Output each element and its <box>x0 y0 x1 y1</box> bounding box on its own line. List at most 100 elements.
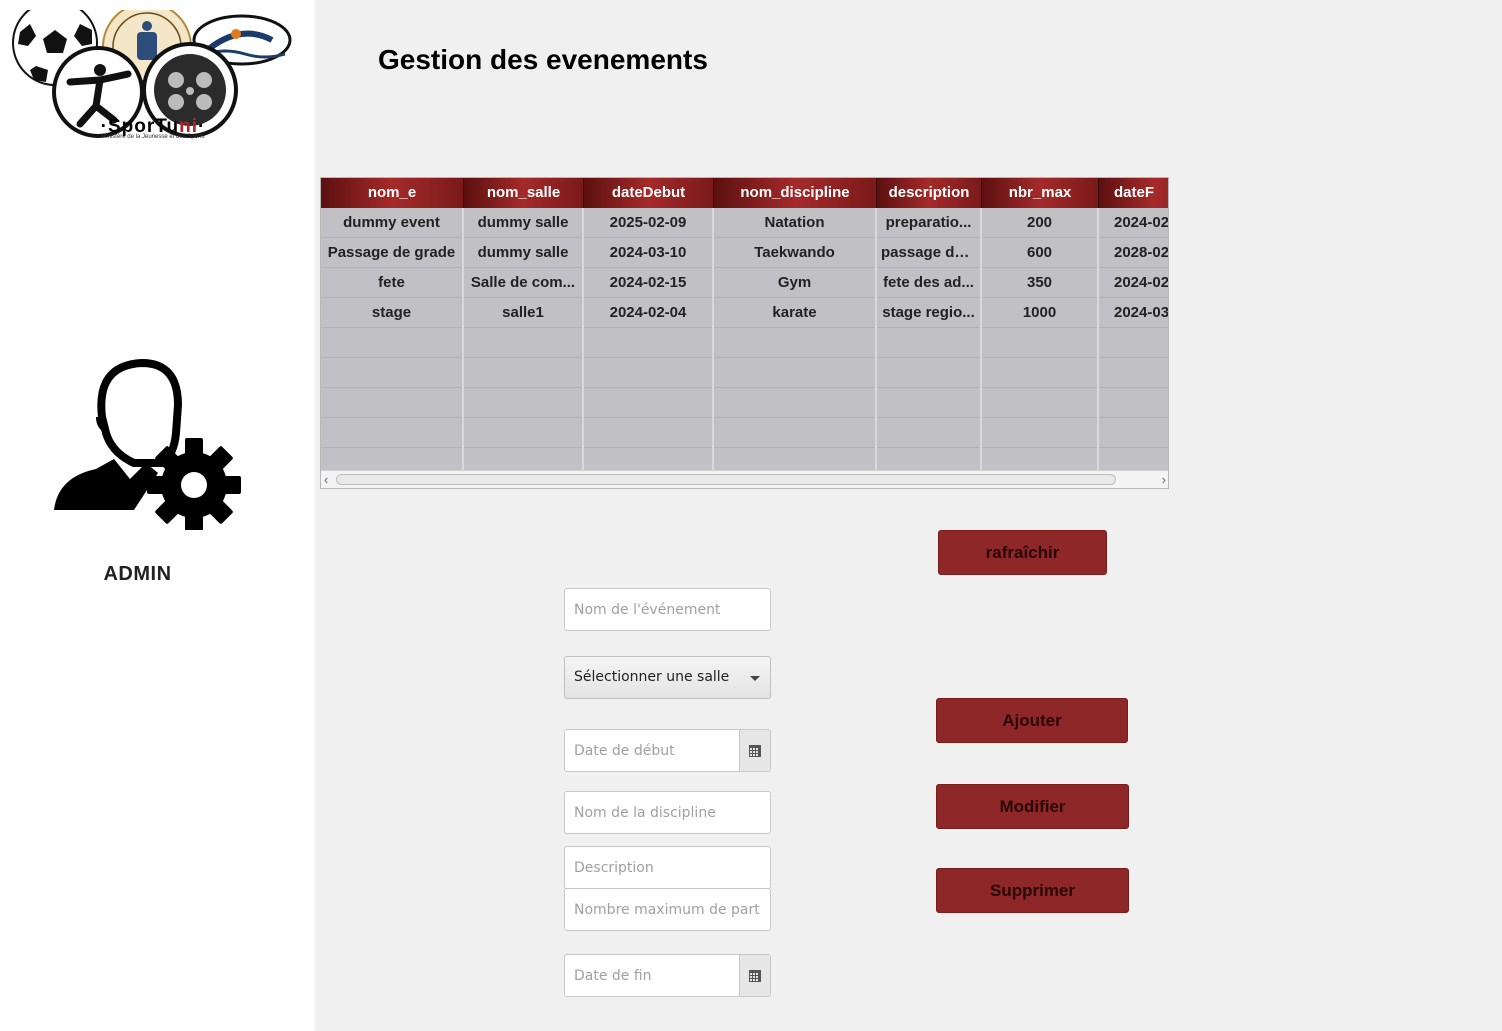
column-header-dateDebut[interactable]: dateDebut <box>584 178 714 208</box>
table-cell-nbr_max: 1000 <box>982 298 1099 328</box>
refresh-button[interactable]: rafraîchir <box>938 530 1107 575</box>
table-cell-description: stage regio... <box>877 298 982 328</box>
table-row[interactable]: fete Salle de com... 2024-02-15 Gym fete des… <box>321 268 1168 298</box>
table-cell-description <box>877 418 982 448</box>
admin-user-gear-icon <box>54 358 241 530</box>
table-body: dummy event dummy salle 2025-02-09 Natation… <box>321 208 1168 478</box>
table-row[interactable] <box>321 418 1168 448</box>
column-header-dateF[interactable]: dateF <box>1099 178 1168 208</box>
edit-button[interactable]: Modifier <box>936 784 1129 829</box>
table-cell-dateF <box>1099 418 1168 448</box>
table-cell-nom_discipline <box>714 328 877 358</box>
table-cell-dateF <box>1099 358 1168 388</box>
description-input[interactable] <box>564 846 771 889</box>
table-cell-nbr_max <box>982 358 1099 388</box>
logo-tagline: Ministère de la Jeunesse et des Sports <box>101 134 205 140</box>
column-header-nbr_max[interactable]: nbr_max <box>982 178 1099 208</box>
sidebar: ·SporTuni· Ministère de la Jeunesse et d… <box>0 0 315 1031</box>
scroll-thumb[interactable] <box>336 474 1116 485</box>
event-name-input[interactable] <box>564 588 771 631</box>
user-role-label: ADMIN <box>103 563 172 585</box>
table-cell-nom_discipline <box>714 418 877 448</box>
date-start-input[interactable] <box>565 730 740 771</box>
page-title: Gestion des evenements <box>378 44 708 75</box>
table-cell-dateDebut <box>584 328 714 358</box>
table-cell-nom_e: fete <box>321 268 464 298</box>
table-cell-dateF: 2024-02 <box>1099 268 1168 298</box>
table-cell-nom_discipline: Natation <box>714 208 877 238</box>
table-cell-description: fete des ad... <box>877 268 982 298</box>
column-header-nom_discipline[interactable]: nom_discipline <box>714 178 877 208</box>
horizontal-scrollbar[interactable]: ‹ › <box>321 470 1168 488</box>
table-cell-nbr_max <box>982 328 1099 358</box>
column-header-description[interactable]: description <box>877 178 982 208</box>
column-header-nom_salle[interactable]: nom_salle <box>464 178 584 208</box>
table-cell-description <box>877 358 982 388</box>
table-cell-nom_discipline <box>714 358 877 388</box>
delete-button[interactable]: Supprimer <box>936 868 1129 913</box>
table-cell-nbr_max: 200 <box>982 208 1099 238</box>
column-header-nom_e[interactable]: nom_e <box>321 178 464 208</box>
table-cell-nom_salle: dummy salle <box>464 208 584 238</box>
table-cell-nom_e <box>321 328 464 358</box>
date-start-picker[interactable] <box>564 729 771 772</box>
table-cell-nom_discipline: Taekwando <box>714 238 877 268</box>
date-end-picker[interactable] <box>564 954 771 997</box>
table-cell-nom_e <box>321 418 464 448</box>
discipline-input[interactable] <box>564 791 771 834</box>
table-cell-dateDebut <box>584 418 714 448</box>
table-header: nom_e nom_salle dateDebut nom_discipline des… <box>321 178 1168 208</box>
table-cell-description: passage de ... <box>877 238 982 268</box>
table-row[interactable]: Passage de grade dummy salle 2024-03-10 Tae… <box>321 238 1168 268</box>
table-cell-dateF <box>1099 328 1168 358</box>
calendar-icon[interactable] <box>739 730 770 771</box>
table-cell-description <box>877 328 982 358</box>
table-cell-nom_discipline <box>714 388 877 418</box>
table-cell-dateDebut: 2024-02-15 <box>584 268 714 298</box>
table-cell-dateDebut <box>584 358 714 388</box>
add-button[interactable]: Ajouter <box>936 698 1128 743</box>
table-cell-nom_salle <box>464 328 584 358</box>
salle-select[interactable]: Sélectionner une salle <box>564 656 771 699</box>
table-cell-nom_salle: dummy salle <box>464 238 584 268</box>
table-cell-nom_salle <box>464 418 584 448</box>
table-row[interactable] <box>321 358 1168 388</box>
table-cell-dateDebut: 2024-03-10 <box>584 238 714 268</box>
table-cell-nom_discipline: karate <box>714 298 877 328</box>
max-participants-input[interactable] <box>564 888 771 931</box>
table-cell-dateF: 2028-02 <box>1099 238 1168 268</box>
table-cell-nom_e: Passage de grade <box>321 238 464 268</box>
table-cell-nbr_max <box>982 388 1099 418</box>
date-end-input[interactable] <box>565 955 740 996</box>
table-row[interactable]: dummy event dummy salle 2025-02-09 Natation… <box>321 208 1168 238</box>
scroll-right-icon[interactable]: › <box>1162 471 1166 488</box>
table-cell-nbr_max: 350 <box>982 268 1099 298</box>
table-cell-dateDebut: 2025-02-09 <box>584 208 714 238</box>
table-cell-dateF: 2024-02 <box>1099 208 1168 238</box>
table-cell-nom_salle: salle1 <box>464 298 584 328</box>
table-cell-nbr_max <box>982 418 1099 448</box>
chevron-down-icon <box>750 676 760 681</box>
calendar-icon[interactable] <box>739 955 770 996</box>
table-cell-nbr_max: 600 <box>982 238 1099 268</box>
table-cell-description: preparatio... <box>877 208 982 238</box>
scroll-left-icon[interactable]: ‹ <box>324 471 328 488</box>
table-cell-dateF: 2024-03 <box>1099 298 1168 328</box>
table-row[interactable]: stage salle1 2024-02-04 karate stage regio..… <box>321 298 1168 328</box>
table-cell-nom_e <box>321 388 464 418</box>
table-cell-nom_salle <box>464 358 584 388</box>
table-cell-dateF <box>1099 388 1168 418</box>
table-cell-nom_e: stage <box>321 298 464 328</box>
table-row[interactable] <box>321 388 1168 418</box>
table-cell-nom_salle <box>464 388 584 418</box>
table-cell-nom_discipline: Gym <box>714 268 877 298</box>
table-cell-description <box>877 388 982 418</box>
table-cell-dateDebut <box>584 388 714 418</box>
salle-select-value: Sélectionner une salle <box>574 669 730 685</box>
table-row[interactable] <box>321 328 1168 358</box>
events-table[interactable]: nom_e nom_salle dateDebut nom_discipline des… <box>320 177 1169 489</box>
table-cell-nom_salle: Salle de com... <box>464 268 584 298</box>
table-cell-dateDebut: 2024-02-04 <box>584 298 714 328</box>
table-cell-nom_e: dummy event <box>321 208 464 238</box>
table-cell-nom_e <box>321 358 464 388</box>
